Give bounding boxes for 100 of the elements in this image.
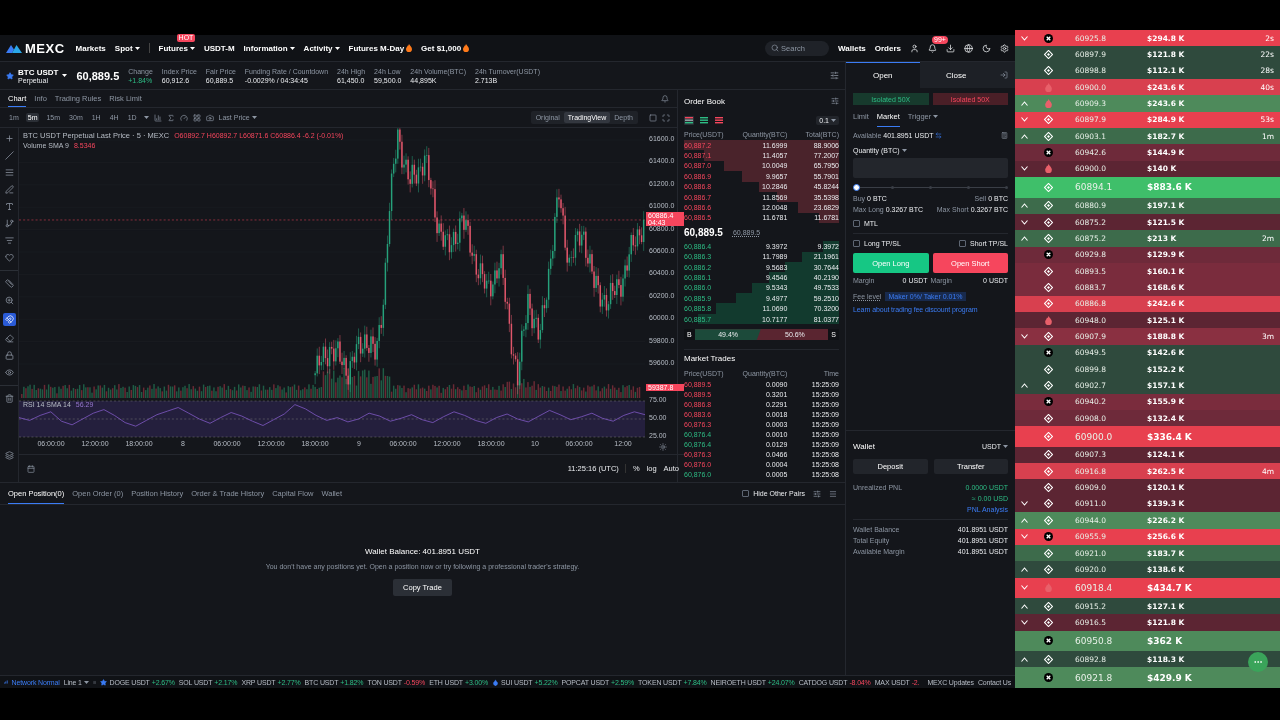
diamond-coin-icon <box>1043 466 1053 476</box>
diamond-coin-icon <box>1043 282 1053 292</box>
mid-price: 60,889.5 <box>684 226 723 238</box>
globe-icon[interactable] <box>964 43 973 53</box>
nav-link[interactable]: Spot <box>114 43 140 53</box>
caret-icon <box>143 116 149 119</box>
exit-icon[interactable] <box>1000 71 1008 79</box>
user-icon[interactable] <box>910 43 919 53</box>
heart-icon[interactable] <box>4 253 14 262</box>
favorite-star-icon[interactable] <box>6 71 14 80</box>
checkbox[interactable] <box>959 239 966 247</box>
trend-line-icon[interactable] <box>4 151 14 160</box>
signal-icon <box>4 679 8 685</box>
nav-link[interactable]: Futures M-Day <box>348 43 413 53</box>
x-coin-icon <box>1043 348 1053 358</box>
logo-icon <box>6 43 22 53</box>
nav-link[interactable]: Markets <box>75 43 106 53</box>
caret-icon <box>901 148 907 152</box>
go-to-date-icon[interactable] <box>27 464 35 473</box>
diamond-coin-icon <box>1043 50 1053 59</box>
diamond-coin-icon <box>1043 432 1053 442</box>
layout-icon[interactable] <box>649 113 657 122</box>
trash-icon[interactable] <box>4 394 14 403</box>
trade-amount: $429.9 K <box>1147 672 1193 683</box>
ruler-icon[interactable] <box>4 279 14 288</box>
wallet-title: Wallet <box>853 441 875 451</box>
fork-icon[interactable] <box>4 219 14 228</box>
notification-icon[interactable] <box>928 43 937 53</box>
header-link[interactable]: Orders <box>874 43 901 53</box>
diamond-coin-icon <box>1043 483 1053 493</box>
indicator-icon[interactable] <box>166 113 175 122</box>
diamond-coin-icon <box>1043 115 1053 125</box>
lock-icon[interactable] <box>4 351 14 360</box>
settings-icon[interactable] <box>1000 43 1009 53</box>
fullscreen-icon[interactable] <box>662 113 670 122</box>
diamond-coin-icon <box>1043 201 1053 211</box>
trade-price: 60950.8 <box>1074 635 1114 646</box>
caret-icon <box>251 116 257 119</box>
checkbox[interactable] <box>742 490 750 497</box>
diamond-coin-icon <box>1043 331 1053 341</box>
book-layout-button[interactable] <box>714 115 724 125</box>
trade-price: 60918.4 <box>1074 582 1114 593</box>
order-book-title: Order Book <box>684 96 725 106</box>
trade-amount: $362 K <box>1147 635 1184 646</box>
slider-thumb[interactable] <box>853 183 860 191</box>
trade-price: 60921.8 <box>1074 672 1114 683</box>
x-coin-icon <box>1043 532 1053 542</box>
caret-icon <box>831 118 836 122</box>
diamond-coin-icon <box>1043 548 1053 558</box>
camera-icon[interactable] <box>205 113 214 122</box>
nav-link[interactable]: Information <box>243 43 295 53</box>
diamond-coin-icon <box>1043 299 1053 309</box>
diamond-coin-icon <box>1043 515 1053 525</box>
wallet-balance-text: Wallet Balance: 401.8951 USDT <box>365 547 480 556</box>
transfer-icon[interactable] <box>935 132 943 139</box>
bell-icon[interactable] <box>661 94 669 103</box>
nav-link[interactable]: Get $1,000 <box>421 43 470 53</box>
diamond-coin-icon <box>1043 233 1053 243</box>
grid-icon[interactable] <box>192 113 201 122</box>
crosshair-icon[interactable] <box>4 134 14 143</box>
diamond-coin-icon <box>1043 66 1053 76</box>
magnet-button[interactable] <box>2 313 16 326</box>
download-icon[interactable] <box>946 43 955 53</box>
book-layout-button[interactable] <box>699 115 709 125</box>
trade-tab[interactable]: Close <box>919 62 993 88</box>
x-coin-icon <box>1043 250 1053 260</box>
diamond-coin-icon <box>1043 618 1053 627</box>
checkbox[interactable] <box>853 239 860 247</box>
caret-icon <box>83 680 89 684</box>
trade-amount: $336.4 K <box>1147 431 1193 442</box>
market-trades-title: Market Trades <box>684 349 839 368</box>
search-icon <box>771 44 780 52</box>
eye-icon[interactable] <box>4 368 14 377</box>
nav-link[interactable]: Activity <box>303 43 340 53</box>
checkbox[interactable] <box>853 220 860 227</box>
lines-icon[interactable] <box>4 168 14 177</box>
diamond-coin-icon <box>1043 381 1053 390</box>
trade-amount: $434.7 K <box>1147 582 1193 593</box>
zoom-in-icon[interactable] <box>4 296 14 305</box>
x-coin-icon <box>1043 148 1053 158</box>
gauge-icon[interactable] <box>179 113 188 122</box>
eraser-icon[interactable] <box>4 334 14 343</box>
settings-sliders-icon[interactable] <box>830 71 839 80</box>
book-settings-icon[interactable] <box>831 97 839 105</box>
trade-amount: $883.6 K <box>1147 182 1193 193</box>
diamond-coin-icon <box>1043 364 1053 374</box>
text-icon[interactable] <box>4 202 14 211</box>
trade-price: 60894.1 <box>1074 182 1114 193</box>
calculator-icon[interactable] <box>1001 132 1008 139</box>
moon-icon[interactable] <box>982 43 991 53</box>
nav-link[interactable]: USDT-M <box>203 43 235 53</box>
last-price: 60,889.5 <box>76 69 120 82</box>
menu-icon[interactable] <box>829 489 837 498</box>
header-link[interactable]: Wallets <box>838 43 866 53</box>
filter-icon[interactable] <box>813 489 821 498</box>
layers-icon[interactable] <box>4 451 14 460</box>
book-layout-button[interactable] <box>684 115 694 125</box>
pen-icon[interactable] <box>4 185 14 194</box>
logo-text: MEXC <box>25 40 65 56</box>
nav-link[interactable]: Futures <box>158 43 195 53</box>
